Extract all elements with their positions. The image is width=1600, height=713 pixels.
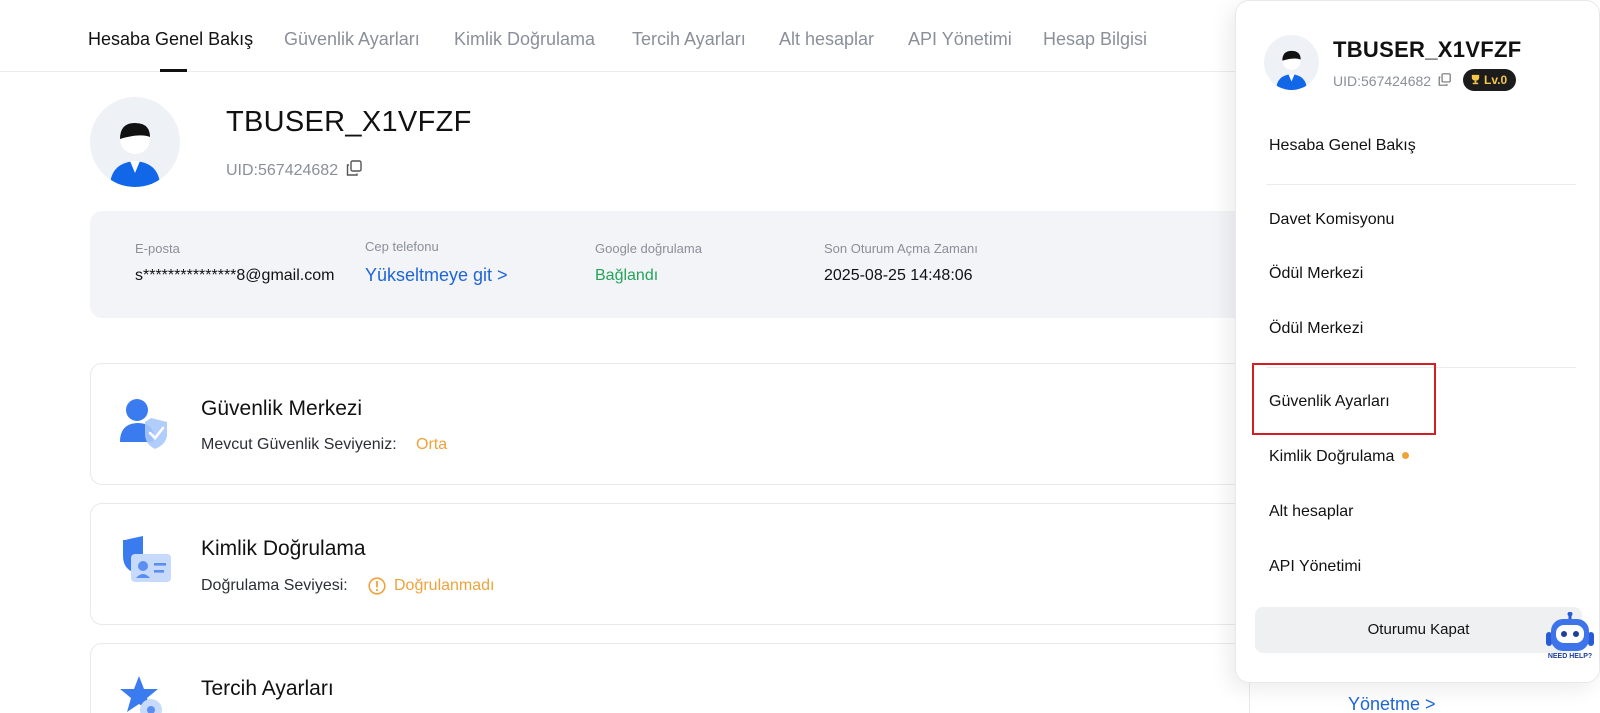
menu-item-reward-center-2[interactable]: Ödül Merkezi [1269, 320, 1363, 338]
phone-block: Cep telefonu Yükseltmeye git > [365, 239, 508, 286]
page-title-username: TBUSER_X1VFZF [226, 106, 472, 138]
logout-button[interactable]: Oturumu Kapat [1255, 607, 1582, 653]
copy-icon[interactable] [346, 160, 362, 176]
tab-identity-verification[interactable]: Kimlik Doğrulama [454, 29, 595, 50]
menu-divider [1266, 184, 1576, 185]
copy-icon[interactable] [1438, 73, 1451, 86]
tab-account-info[interactable]: Hesap Bilgisi [1043, 29, 1147, 50]
email-label: E-posta [135, 241, 180, 256]
identity-verification-title: Kimlik Doğrulama [201, 537, 366, 560]
notification-dot [1402, 452, 1410, 459]
help-label: NEED HELP? [1547, 653, 1593, 660]
security-level-value: Orta [416, 436, 448, 453]
tab-sub-accounts[interactable]: Alt hesaplar [779, 29, 874, 50]
security-center-card: Güvenlik Merkezi Mevcut Güvenlik Seviyen… [90, 363, 1250, 485]
last-login-label: Son Oturum Açma Zamanı [824, 241, 978, 256]
menu-item-identity-label: Kimlik Doğrulama [1269, 448, 1395, 465]
google-auth-block: Google doğrulama Bağlandı [595, 241, 702, 285]
user-uid: UID:567424682 [226, 162, 339, 179]
verification-level-label: Doğrulama Seviyesi: [201, 577, 348, 594]
level-badge: Lv.0 [1463, 69, 1517, 91]
dropdown-username: TBUSER_X1VFZF [1333, 37, 1522, 62]
email-value: s***************8@gmail.com [135, 267, 335, 284]
menu-item-security-settings[interactable]: Güvenlik Ayarları [1269, 393, 1390, 411]
account-dropdown-menu: TBUSER_X1VFZF UID:567424682 Lv.0 Hesaba … [1235, 0, 1600, 683]
dropdown-avatar [1264, 35, 1319, 90]
google-auth-label: Google doğrulama [595, 241, 702, 256]
phone-label: Cep telefonu [365, 239, 439, 254]
tab-api-management[interactable]: API Yönetimi [908, 29, 1012, 50]
tab-account-overview[interactable]: Hesaba Genel Bakış [88, 29, 253, 50]
menu-item-api-management[interactable]: API Yönetimi [1269, 558, 1361, 576]
tab-preference-settings[interactable]: Tercih Ayarları [632, 29, 746, 50]
warning-icon [368, 577, 386, 595]
dropdown-uid: UID:567424682 [1333, 73, 1432, 89]
level-badge-text: Lv.0 [1484, 73, 1508, 87]
menu-item-sub-accounts[interactable]: Alt hesaplar [1269, 503, 1354, 521]
trophy-icon [1471, 74, 1480, 85]
preference-settings-title: Tercih Ayarları [201, 677, 334, 700]
menu-item-reward-center[interactable]: Ödül Merkezi [1269, 265, 1363, 283]
avatar [90, 97, 180, 187]
last-login-block: Son Oturum Açma Zamanı 2025-08-25 14:48:… [824, 241, 978, 285]
last-login-value: 2025-08-25 14:48:06 [824, 267, 973, 284]
security-level-label: Mevcut Güvenlik Seviyeniz: [201, 436, 397, 453]
tab-security-settings[interactable]: Güvenlik Ayarları [284, 29, 420, 50]
help-chat-button[interactable]: NEED HELP? [1542, 611, 1598, 668]
phone-upgrade-link[interactable]: Yükseltmeye git > [365, 265, 508, 286]
google-auth-status: Bağlandı [595, 267, 659, 284]
email-block: E-posta s***************8@gmail.com [135, 241, 334, 285]
active-tab-indicator [160, 69, 187, 72]
security-center-title: Güvenlik Merkezi [201, 397, 363, 420]
account-info-card: E-posta s***************8@gmail.com Cep … [90, 211, 1250, 318]
user-avatar-icon [110, 123, 160, 187]
menu-item-identity-verification[interactable]: Kimlik Doğrulama [1269, 448, 1410, 466]
security-shield-icon [120, 399, 167, 449]
manage-preferences-link[interactable]: Yönetme > [1348, 694, 1436, 713]
menu-item-invite-commission[interactable]: Davet Komisyonu [1269, 211, 1394, 229]
menu-item-account-overview[interactable]: Hesaba Genel Bakış [1269, 137, 1416, 155]
identity-verification-card: Kimlik Doğrulama Doğrulama Seviyesi: Doğ… [90, 503, 1250, 625]
star-settings-icon [120, 676, 162, 713]
user-avatar-icon [1276, 50, 1307, 90]
preference-settings-card: Tercih Ayarları [90, 643, 1250, 713]
help-robot-icon [1546, 611, 1594, 651]
verification-level-value: Doğrulanmadı [394, 577, 495, 594]
id-card-icon [123, 536, 171, 582]
